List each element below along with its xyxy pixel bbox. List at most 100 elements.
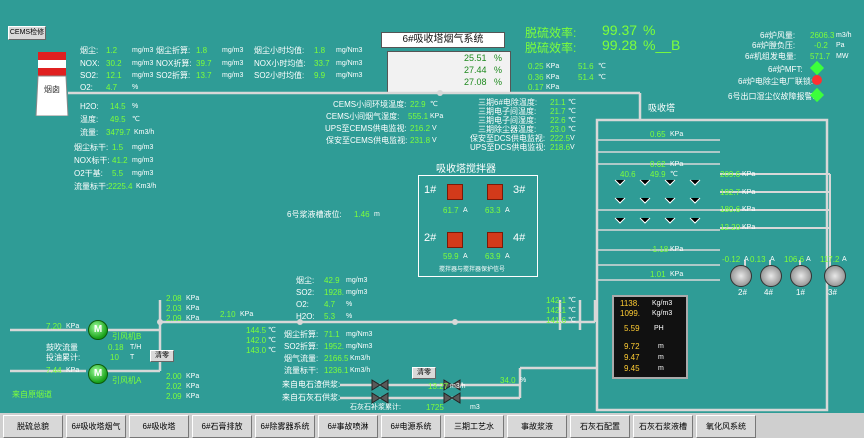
pipe-p4-unit: KPa [186, 373, 200, 380]
limestone-reset-button[interactable]: 清零 [412, 367, 436, 379]
absorber-temp-unit: ℃ [670, 171, 678, 178]
pipe-p3-value: 2.09 [166, 314, 182, 323]
absorber-unit-5: KPa [742, 189, 756, 196]
tank-level-unit: m [374, 211, 380, 218]
absorber-temp: 49.9 [650, 170, 666, 179]
elec-6-unit: V [570, 144, 575, 151]
fan-extra-2-value: 10 [110, 353, 119, 362]
pump-2-icon[interactable] [730, 265, 752, 287]
level-1-unit: m [658, 343, 664, 350]
right-temp-1-unit: ℃ [568, 297, 576, 304]
nav-process-water[interactable]: 三期工艺水 [444, 415, 504, 438]
supply-limestone-label: 来自石灰石供浆: [282, 393, 341, 402]
absorber-val-8: -1.18 [650, 245, 669, 254]
outlet-h2o-value: 5.3 [324, 312, 336, 321]
nav-demister[interactable]: 6#除雾器系统 [255, 415, 315, 438]
stirrer-4-unit: A [505, 253, 510, 260]
elec-1-value: 21.1 [550, 98, 566, 107]
tank-level-value: 1.46 [354, 210, 370, 219]
absorber-unit-7: KPa [742, 224, 756, 231]
right-temp-3-value: 141.6 [546, 316, 567, 325]
level-2-value: 9.47 [624, 353, 640, 362]
stirrer-2-id: 2# [424, 232, 437, 244]
fan-b-pressure-unit: KPa [66, 323, 80, 330]
stirrer-4-icon[interactable] [487, 232, 503, 248]
level-3-unit: m [658, 365, 664, 372]
elec-6-label: UPS至DCS供电监视: [470, 143, 546, 152]
absorber-unit-8: KPa [670, 246, 684, 253]
outlet-flow-dry-label: 流量标干: [284, 366, 319, 375]
stirrer-3-icon[interactable] [487, 184, 503, 200]
absorber-unit-2: KPa [670, 161, 684, 168]
stirrer-2-value: 59.9 [443, 252, 459, 261]
stirrer-3-id: 3# [513, 184, 526, 196]
nav-limestone-prep[interactable]: 石灰石配置 [570, 415, 630, 438]
outlet-flow-dry-value: 1236.1 [324, 366, 349, 375]
tower-left-value: 40.6 [620, 170, 636, 179]
stirrer-panel: 1# 61.7 A 3# 63.3 A 2# 59.9 A 4# 63.9 A … [418, 175, 538, 277]
stirrer-2-icon[interactable] [447, 232, 463, 248]
elec-2-value: 21.7 [550, 107, 566, 116]
fan-a-motor-icon[interactable]: M [88, 364, 108, 384]
stirrer-2-unit: A [463, 253, 468, 260]
nav-emergency-slurry[interactable]: 事故浆液 [507, 415, 567, 438]
outlet-so2-value: 1928. [324, 288, 345, 297]
pump-4-id: 4# [764, 288, 773, 297]
absorber-val-6: 180.6 [720, 205, 741, 214]
supply-pct-unit: % [520, 377, 527, 384]
mid-temp-2-unit: ℃ [268, 337, 276, 344]
nav-emergency-spray[interactable]: 6#事故喷淋 [318, 415, 378, 438]
cems-security-label: 保安至CEMS供电监视: [326, 136, 408, 145]
pipe-p2-value: 2.03 [166, 304, 182, 313]
supply-pct-value: 34.0 [500, 376, 516, 385]
mid-pressure-unit: KPa [240, 311, 254, 318]
absorber-unit-1: KPa [670, 131, 684, 138]
elec-3-unit: ℃ [568, 117, 576, 124]
pipe-p6-value: 2.09 [166, 392, 182, 401]
limestone-total-label: 石灰石补浆累计: [350, 404, 401, 411]
outlet-flow-dry-unit: Km3/h [350, 367, 371, 374]
slurry-display-panel: 1138. Kg/m3 1099. Kg/m3 5.59 PH 9.72 m 9… [612, 295, 688, 379]
pump-4-icon[interactable] [760, 265, 782, 287]
nav-gypsum[interactable]: 6#石膏排放 [192, 415, 252, 438]
elec-4-value: 23.0 [550, 125, 566, 134]
nav-flue-gas[interactable]: 6#吸收塔烟气 [66, 415, 126, 438]
fan-b-motor-icon[interactable]: M [88, 320, 108, 340]
pump-2-id: 2# [738, 288, 747, 297]
stirrer-4-value: 63.9 [485, 252, 501, 261]
nav-overview[interactable]: 脱硫总貌 [3, 415, 63, 438]
outlet-o2-value: 4.7 [324, 300, 336, 309]
density-1-value: 1138. [620, 299, 640, 308]
fan-extra-1-value: 0.18 [108, 343, 124, 352]
stirrer-1-icon[interactable] [447, 184, 463, 200]
absorber-val-9: 1.01 [650, 270, 666, 279]
bottom-nav: 脱硫总貌 6#吸收塔烟气 6#吸收塔 6#石膏排放 6#除雾器系统 6#事故喷淋… [0, 413, 864, 438]
cems-room-temp-unit: ℃ [430, 101, 438, 108]
nav-absorber[interactable]: 6#吸收塔 [129, 415, 189, 438]
outlet-o2-unit: % [346, 301, 353, 308]
fan-extra-2-unit: T [130, 354, 135, 361]
stirrer-1-unit: A [463, 207, 468, 214]
density-1-unit: Kg/m3 [652, 300, 673, 307]
pump-4-value: 0.13 [750, 255, 766, 264]
cems-room-temp-label: CEMS小间环境温度: [333, 100, 407, 109]
fan-a-pressure-unit: KPa [66, 367, 80, 374]
level-2-unit: m [658, 354, 664, 361]
nav-limestone-tank[interactable]: 石灰石浆液槽 [633, 415, 693, 438]
fan-reset-button[interactable]: 清零 [150, 350, 174, 362]
cems-ups-value: 216.2 [410, 124, 431, 133]
pump-3-icon[interactable] [824, 265, 846, 287]
outlet-so2-label: SO2: [296, 288, 315, 297]
stirrer-1-id: 1# [424, 184, 437, 196]
fan-extra-1-label: 鼓吹流量 [46, 343, 78, 352]
nav-oxidation-air[interactable]: 氧化风系统 [696, 415, 756, 438]
mid-temp-1-value: 144.5 [246, 326, 267, 335]
nav-power[interactable]: 6#电源系统 [381, 415, 441, 438]
pump-1-icon[interactable] [790, 265, 812, 287]
fan-a-label: 引风机A [112, 376, 142, 385]
pipe-p6-unit: KPa [186, 393, 200, 400]
cems-humidity-value: 555.1 [408, 112, 429, 121]
absorber-unit-6: KPa [742, 206, 756, 213]
outlet-dust-conv-label: 烟尘折算: [284, 330, 319, 339]
elec-5-value: 222.5 [550, 134, 571, 143]
